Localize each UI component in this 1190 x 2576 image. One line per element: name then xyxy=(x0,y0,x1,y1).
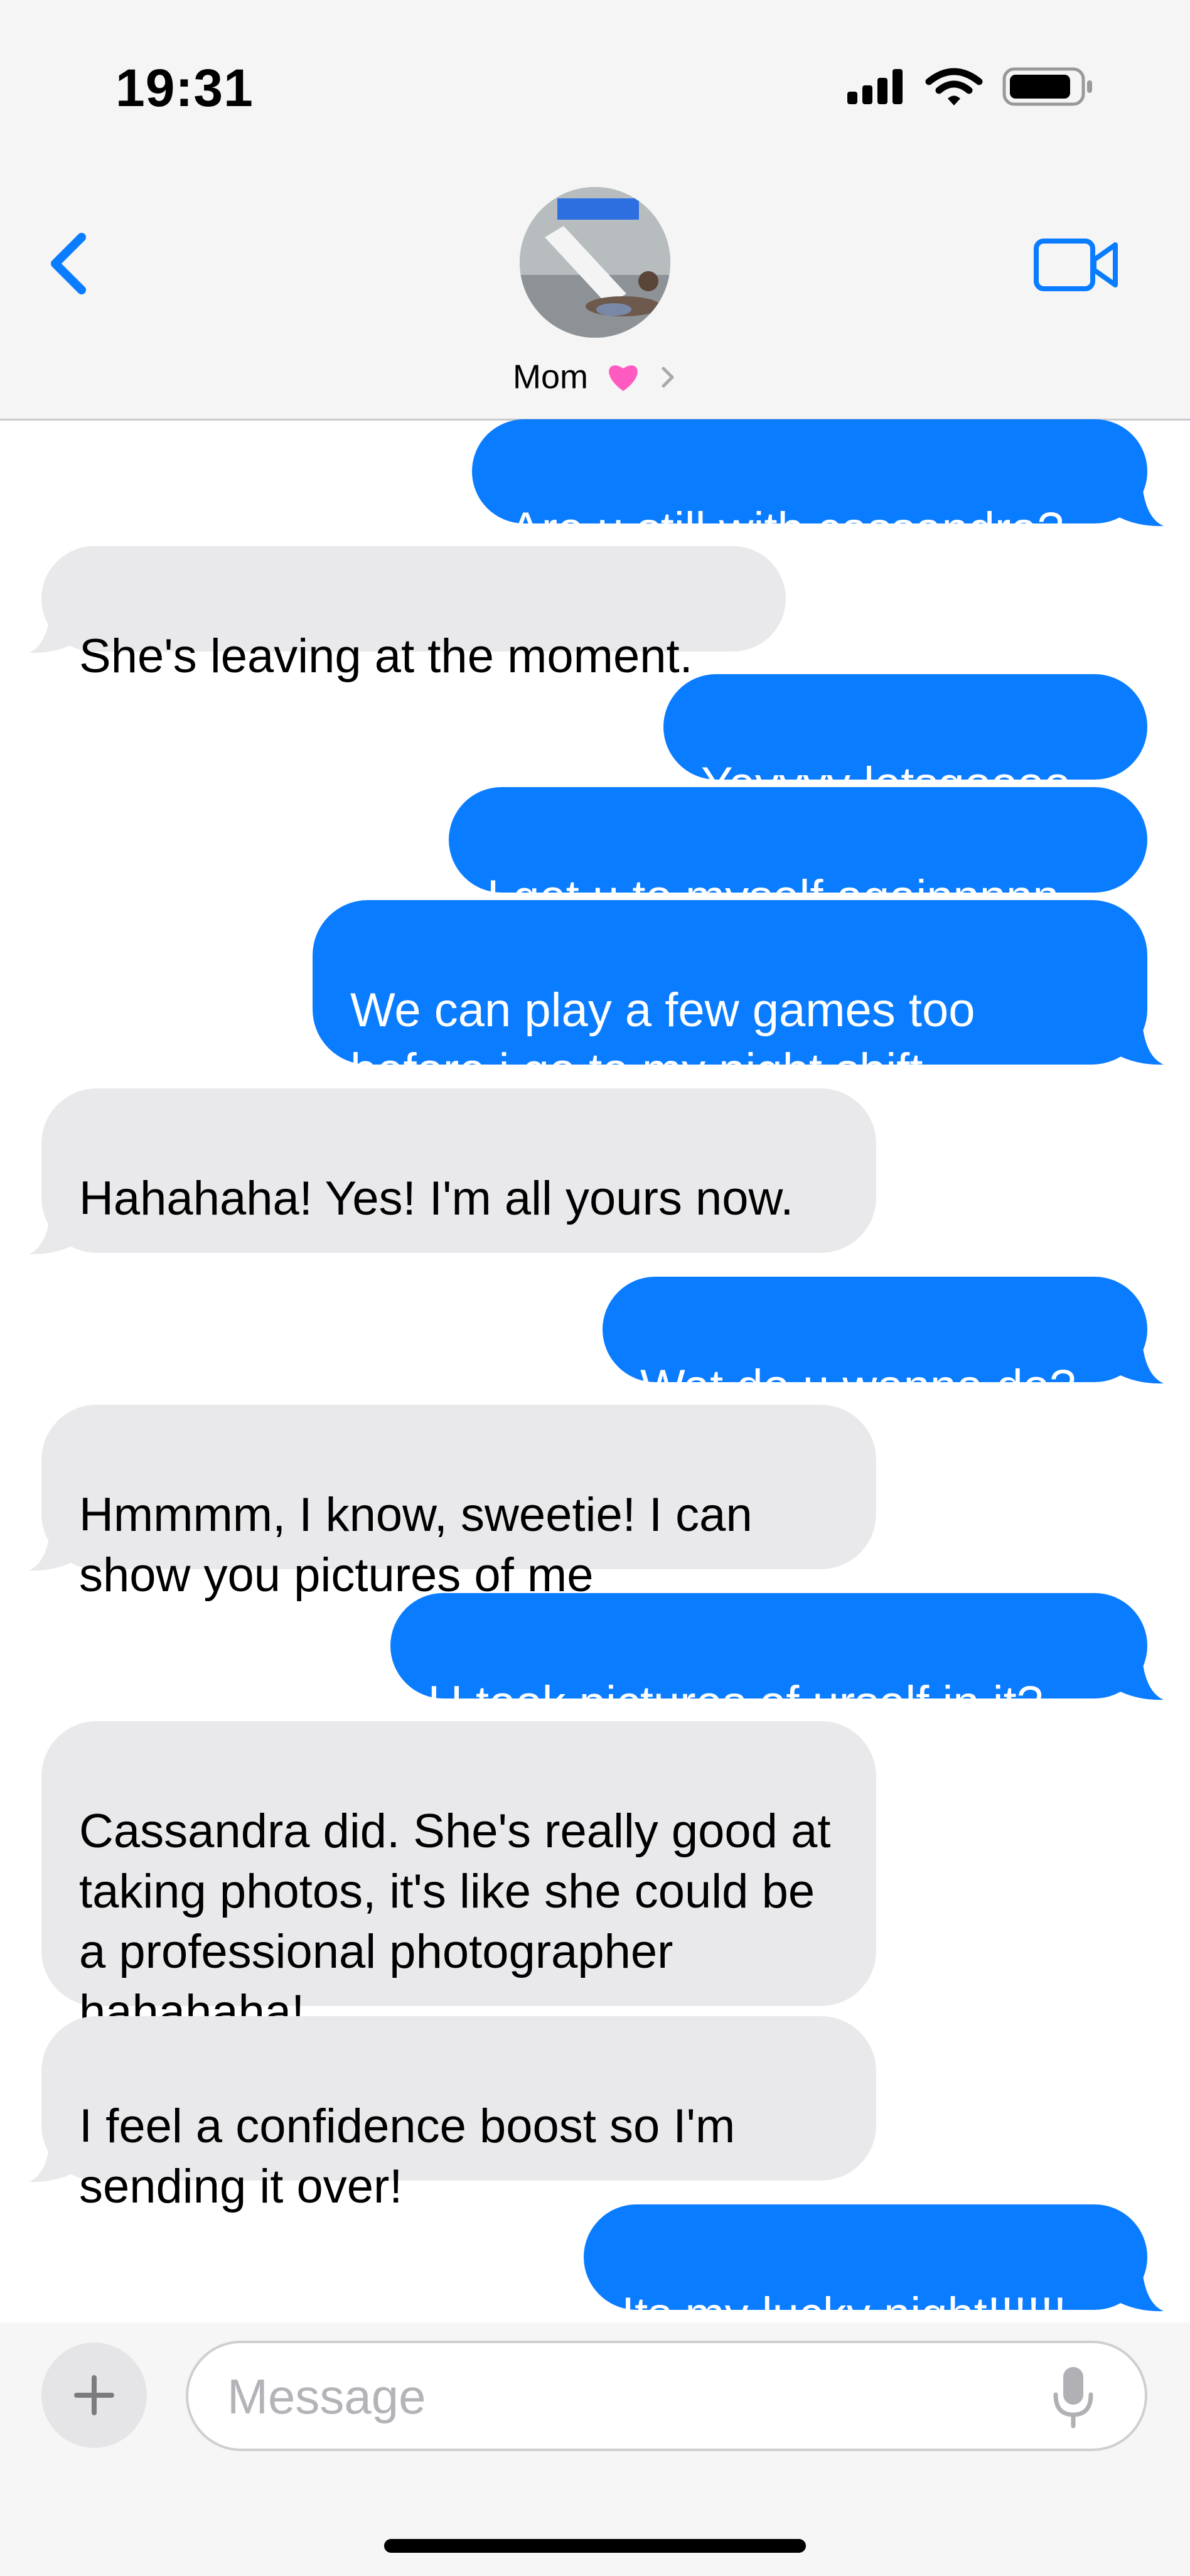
message-text: I feel a confidence boost so I'm sending… xyxy=(79,2100,736,2213)
bubble-tail xyxy=(1105,486,1164,527)
message-input[interactable] xyxy=(226,2361,1044,2432)
outgoing-message[interactable]: Yeyyyy letsgoooo xyxy=(663,674,1147,811)
message-field[interactable] xyxy=(186,2341,1147,2451)
incoming-message[interactable]: Hmmmm, I know, sweetie! I can show you p… xyxy=(41,1405,876,1602)
cellular-signal-icon xyxy=(847,69,903,104)
incoming-message[interactable]: I feel a confidence boost so I'm sending… xyxy=(41,2016,876,2213)
outgoing-message[interactable]: Its my lucky night!!!!!! xyxy=(584,2204,1147,2341)
pink-heart-icon xyxy=(609,365,638,391)
video-call-button[interactable] xyxy=(1032,233,1120,296)
video-camera-icon xyxy=(1034,239,1118,291)
outgoing-message[interactable]: Wat do u wanna do? xyxy=(603,1277,1147,1414)
bubble-tail xyxy=(29,1214,88,1255)
incoming-message[interactable]: She's leaving at the moment. xyxy=(41,546,786,683)
incoming-message[interactable]: Hahahaha! Yes! I'm all yours now. xyxy=(41,1088,876,1253)
bubble-tail xyxy=(1105,1343,1164,1384)
plus-icon xyxy=(74,2375,114,2415)
bubble-tail xyxy=(29,1530,88,1571)
avatar-photo xyxy=(520,187,670,338)
message-text: Hahahaha! Yes! I'm all yours now. xyxy=(79,1172,794,1225)
message-text: Cassandra did. She's really good at taki… xyxy=(79,1805,831,2039)
incoming-message[interactable]: Cassandra did. She's really good at taki… xyxy=(41,1721,876,2039)
microphone-icon xyxy=(1053,2367,1093,2428)
outgoing-message[interactable]: We can play a few games too before i go … xyxy=(313,900,1147,1097)
message-text: She's leaving at the moment. xyxy=(79,630,693,683)
message-text: We can play a few games too before i go … xyxy=(350,984,975,1097)
chevron-right-icon xyxy=(662,367,674,388)
back-button[interactable] xyxy=(44,226,100,301)
contact-name: Mom xyxy=(512,358,588,396)
add-attachment-button[interactable] xyxy=(41,2343,147,2448)
outgoing-message[interactable]: Are u still with cassandra? xyxy=(472,419,1147,556)
bubble-tail xyxy=(1105,2271,1164,2312)
status-icons xyxy=(847,67,1092,106)
contact-avatar[interactable] xyxy=(520,187,670,338)
dictation-button[interactable] xyxy=(1048,2363,1098,2432)
battery-icon xyxy=(1002,67,1092,106)
bubble-tail xyxy=(1105,1024,1164,1065)
contact-name-row[interactable]: Mom xyxy=(0,355,1190,397)
bubble-tail xyxy=(29,613,88,653)
status-time: 19:31 xyxy=(115,58,254,117)
wifi-icon xyxy=(925,68,983,105)
home-indicator[interactable] xyxy=(384,2539,806,2553)
bubble-tail xyxy=(29,2142,88,2182)
chevron-left-icon xyxy=(51,233,86,294)
conversation-header: 19:31 Mom xyxy=(0,0,1190,421)
message-text: Hmmmm, I know, sweetie! I can show you p… xyxy=(79,1488,753,1602)
outgoing-message[interactable]: U took pictures of urself in it? xyxy=(390,1593,1147,1730)
outgoing-message[interactable]: I get u to myself againnnnn xyxy=(449,787,1147,924)
bubble-tail xyxy=(1105,1660,1164,1700)
